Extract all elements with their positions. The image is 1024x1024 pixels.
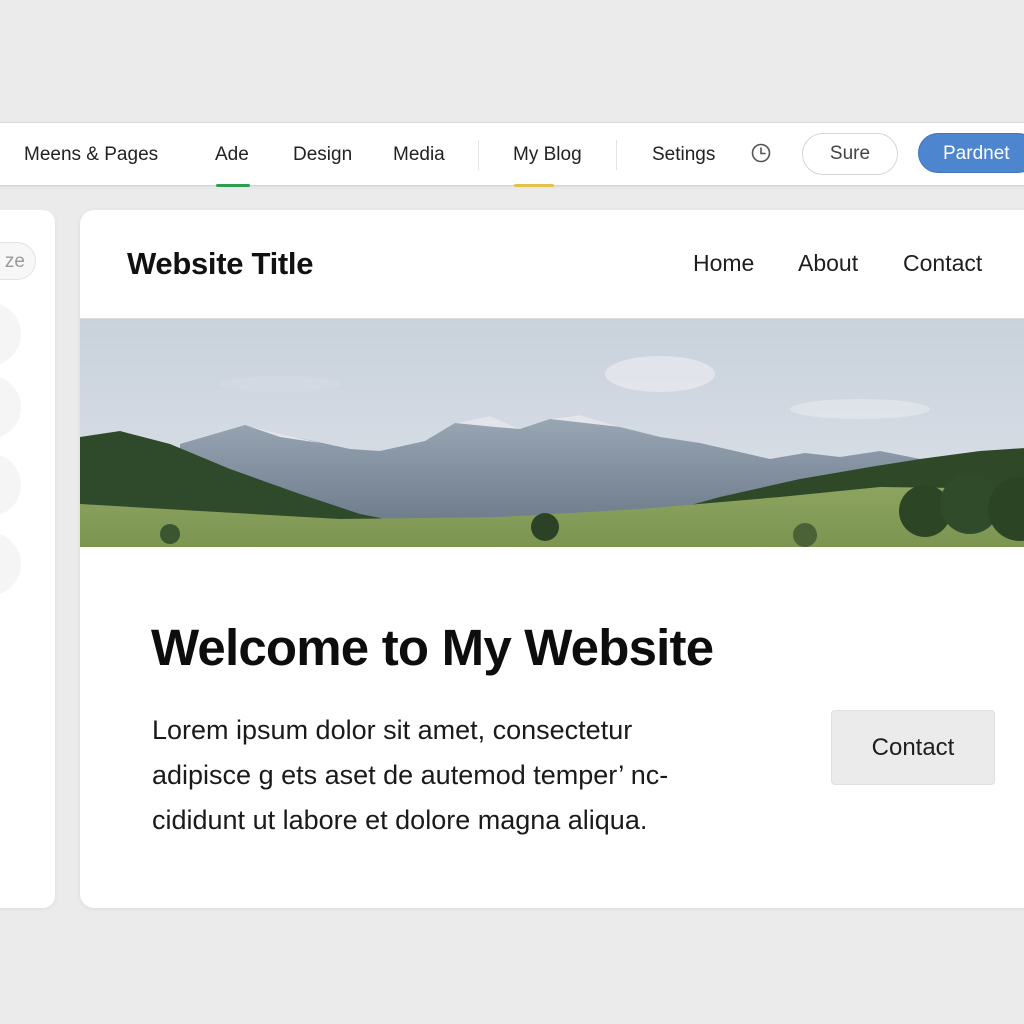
menu-settings[interactable]: Setings — [652, 123, 715, 185]
nav-about[interactable]: About — [798, 250, 858, 277]
toolbar-divider — [1, 185, 1024, 186]
side-panel-pill[interactable]: ze — [0, 242, 36, 280]
menu-my-blog[interactable]: My Blog — [513, 123, 582, 185]
paragraph-line: cididunt ut labore et dolore magna aliqu… — [152, 805, 648, 835]
menu-menus-pages[interactable]: Meens & Pages — [24, 123, 158, 185]
hero-landscape-image — [80, 318, 1024, 547]
paragraph-line: adipisce g ets aset de autemod temper’ n… — [152, 760, 669, 790]
side-tool-circle[interactable] — [0, 532, 21, 596]
preview-button[interactable]: Sure — [802, 133, 898, 175]
nav-contact[interactable]: Contact — [903, 250, 982, 277]
side-panel: ze — [0, 210, 55, 908]
editor-toolbar: Meens & Pages Ade Design Media My Blog S… — [0, 122, 1024, 187]
welcome-heading[interactable]: Welcome to My Website — [151, 618, 714, 677]
toolbar-separator — [478, 140, 479, 170]
menu-add[interactable]: Ade — [215, 123, 249, 185]
menu-media[interactable]: Media — [393, 123, 445, 185]
side-tool-circle[interactable] — [0, 453, 21, 517]
website-title[interactable]: Website Title — [127, 246, 313, 282]
contact-button[interactable]: Contact — [831, 710, 995, 785]
add-active-indicator — [216, 184, 250, 187]
intro-paragraph[interactable]: Lorem ipsum dolor sit amet, consectetur … — [152, 708, 752, 843]
website-preview-card: Website Title Home About Contact Welcome… — [80, 210, 1024, 908]
publish-button[interactable]: Pardnet — [918, 133, 1024, 173]
menu-design[interactable]: Design — [293, 123, 352, 185]
paragraph-line: Lorem ipsum dolor sit amet, consectetur — [152, 715, 633, 745]
side-tool-circle[interactable] — [0, 302, 21, 366]
nav-home[interactable]: Home — [693, 250, 754, 277]
history-clock-icon[interactable] — [751, 143, 771, 163]
toolbar-separator — [616, 140, 617, 170]
blog-indicator — [514, 184, 554, 187]
side-tool-circle[interactable] — [0, 375, 21, 439]
